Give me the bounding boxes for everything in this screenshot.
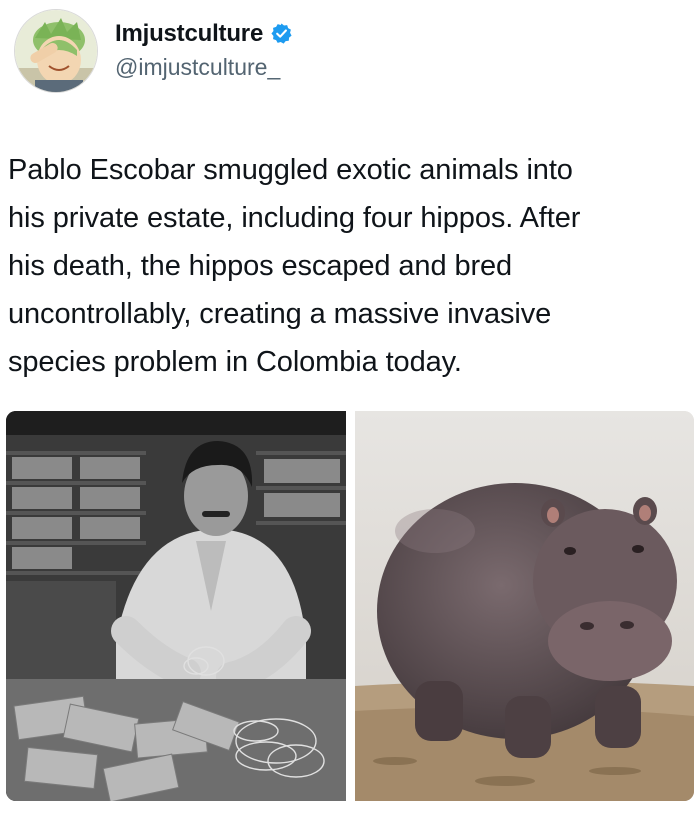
- tweet-text-line: Pablo Escobar smuggled exotic animals in…: [8, 154, 573, 186]
- media-photo-hippo[interactable]: [355, 411, 694, 801]
- media-photo-escobar[interactable]: [6, 411, 346, 801]
- tweet-text-line: species problem in Colombia today.: [8, 346, 462, 378]
- tweet-text: Pablo Escobar smuggled exotic animals in…: [8, 146, 692, 386]
- display-name[interactable]: Imjustculture: [115, 20, 263, 48]
- avatar[interactable]: [14, 9, 98, 93]
- tweet-header: Imjustculture @imjustculture_: [14, 8, 293, 94]
- author-names: Imjustculture @imjustculture_: [115, 18, 293, 81]
- tweet-card: Imjustculture @imjustculture_ Pablo Esco…: [0, 0, 700, 815]
- tweet-text-line: his death, the hippos escaped and bred: [8, 250, 513, 282]
- verified-badge-icon: [270, 22, 293, 45]
- author-handle[interactable]: @imjustculture_: [115, 54, 293, 81]
- escobar-photo-image: [6, 411, 346, 801]
- display-name-row: Imjustculture: [115, 18, 293, 50]
- tweet-media: [6, 411, 694, 801]
- hippo-photo-image: [355, 411, 694, 801]
- tweet-text-line: his private estate, including four hippo…: [8, 202, 581, 234]
- tweet-text-line: uncontrollably, creating a massive invas…: [8, 298, 552, 330]
- avatar-image: [15, 10, 97, 92]
